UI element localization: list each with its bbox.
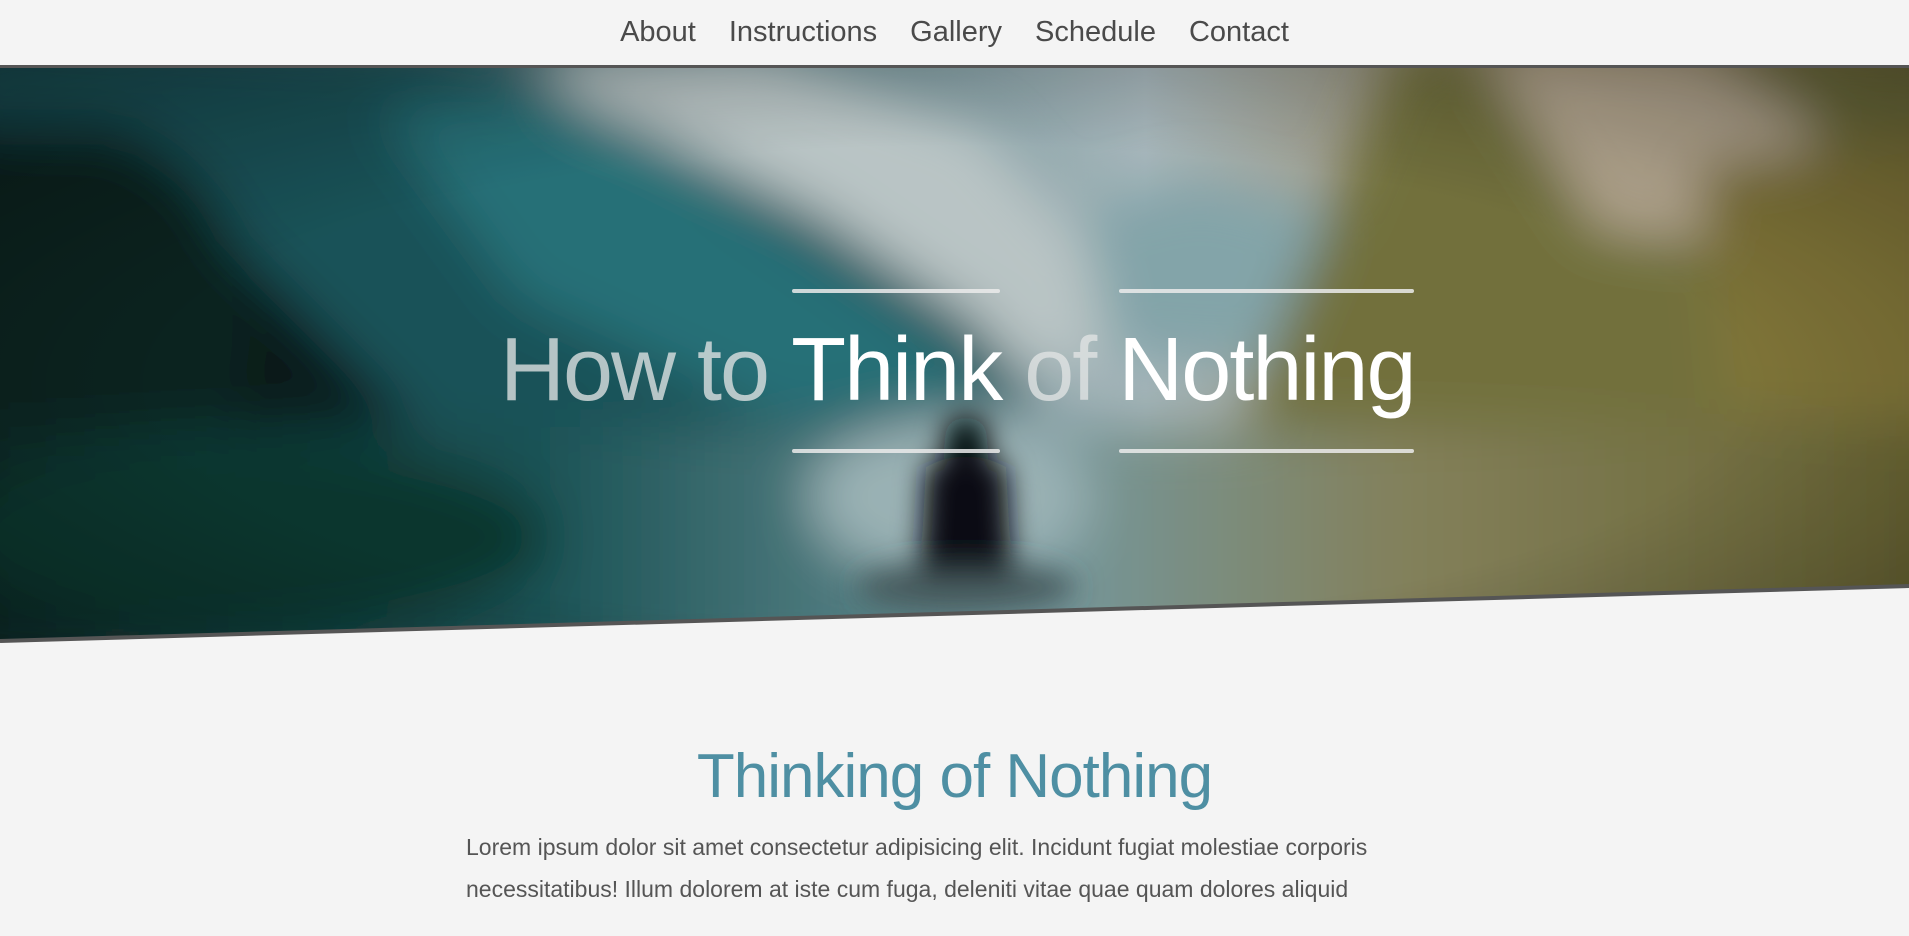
nav-link-instructions[interactable]: Instructions (729, 17, 877, 49)
hero-background-image (0, 67, 1909, 643)
nav-divider (0, 65, 1909, 68)
main-content: Thinking of Nothing Lorem ipsum dolor si… (0, 740, 1909, 910)
top-nav: About Instructions Gallery Schedule Cont… (0, 0, 1909, 66)
nav-link-about[interactable]: About (620, 17, 696, 49)
section-heading: Thinking of Nothing (696, 742, 1213, 811)
nav-link-contact[interactable]: Contact (1189, 17, 1289, 49)
nav-link-schedule[interactable]: Schedule (1035, 17, 1156, 49)
nav-link-gallery[interactable]: Gallery (910, 17, 1002, 49)
section-paragraph: Lorem ipsum dolor sit amet consectetur a… (466, 834, 1368, 903)
hero-banner: How to Think of Nothing (0, 67, 1909, 645)
